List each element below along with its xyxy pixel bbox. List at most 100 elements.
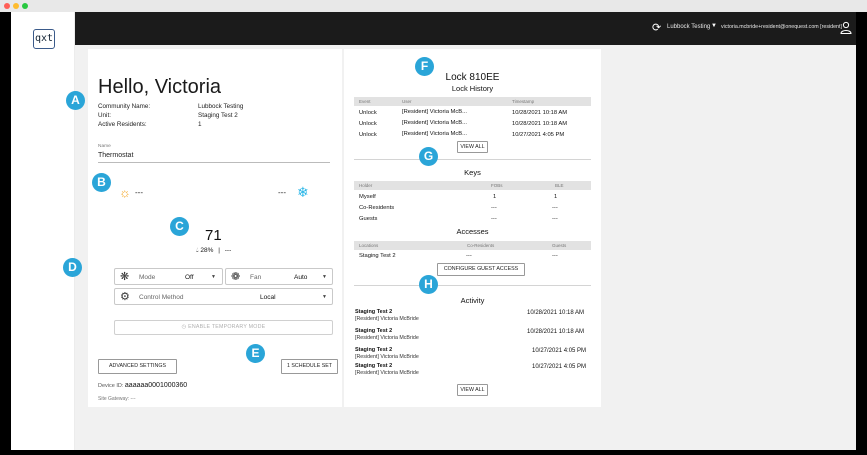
fan-dropdown-icon: ▼ <box>322 274 327 280</box>
row-user: [Resident] Victoria McB... <box>402 120 467 126</box>
activity-place: Staging Test 2 <box>355 347 393 353</box>
fan-icon: ❁ <box>231 271 241 283</box>
left-sidebar: qxt <box>11 12 75 450</box>
unit-label: Unit: <box>98 112 111 119</box>
row-fobs: 1 <box>493 194 497 200</box>
humidity-extra: --- <box>224 247 232 254</box>
humidity-separator: | <box>218 247 220 254</box>
control-method-select[interactable]: ⚙ Control Method Local ▼ <box>114 288 333 305</box>
keys-title: Keys <box>464 168 481 177</box>
col-fobs: FOBs <box>491 183 503 188</box>
gear-icon: ⚙ <box>120 291 130 303</box>
activity-timestamp: 10/27/2021 4:05 PM <box>532 364 587 370</box>
activity-timestamp: 10/28/2021 10:18 AM <box>527 329 585 335</box>
col-guests: Guests <box>552 243 567 248</box>
mode-label: Mode <box>139 274 156 281</box>
mode-dropdown-icon: ▼ <box>211 274 216 280</box>
screenshot-frame: qxt ⟳ Lubbock Testing ▼ victoria.mcbride… <box>0 0 867 455</box>
control-method-value: Local <box>260 294 276 301</box>
row-user: [Resident] Victoria McB... <box>402 109 467 115</box>
activity-view-all-button[interactable]: VIEW ALL <box>457 384 488 396</box>
lock-history-header: Event User Timestamp <box>354 97 591 106</box>
lock-history-title: Lock History <box>451 84 494 93</box>
activity-title: Activity <box>460 296 485 305</box>
minimize-window-button[interactable] <box>13 3 19 9</box>
user-avatar-icon[interactable] <box>840 21 852 34</box>
activity-user: [Resident] Victoria McBride <box>355 370 419 376</box>
snowflake-icon: ❄ <box>297 184 309 200</box>
divider <box>354 159 591 160</box>
activity-place: Staging Test 2 <box>355 363 393 369</box>
marker-a: A <box>66 91 85 110</box>
row-event: Unlock <box>359 110 377 116</box>
community-selector[interactable]: Lubbock Testing <box>667 24 710 30</box>
cool-setpoint: --- <box>278 188 286 197</box>
mode-select[interactable]: ❋ Mode Off ▼ <box>114 268 223 285</box>
clock-icon: ◷ <box>181 324 187 330</box>
heat-setpoint: --- <box>135 188 143 197</box>
fan-select[interactable]: ❁ Fan Auto ▼ <box>225 268 333 285</box>
activity-user: [Resident] Victoria McBride <box>355 354 419 360</box>
device-id: Device ID: aaaaaa0001000360 <box>98 382 187 389</box>
marker-h: H <box>419 275 438 294</box>
control-method-label: Control Method <box>139 294 184 301</box>
col-co-residents: Co-Residents <box>467 243 495 248</box>
accesses-title: Accesses <box>456 227 489 236</box>
app-viewport: qxt ⟳ Lubbock Testing ▼ victoria.mcbride… <box>11 12 856 450</box>
advanced-settings-button[interactable]: ADVANCED SETTINGS <box>98 359 177 374</box>
control-method-dropdown-icon: ▼ <box>322 294 327 300</box>
lock-title: Lock 810EE <box>445 72 500 83</box>
row-co-residents: --- <box>466 253 472 259</box>
greeting-title: Hello, Victoria <box>98 76 222 98</box>
row-event: Unlock <box>359 121 377 127</box>
row-fobs: --- <box>491 205 497 211</box>
active-residents-label: Active Residents: <box>98 121 147 128</box>
row-fobs: --- <box>491 216 497 222</box>
col-event: Event <box>359 99 371 104</box>
refresh-icon[interactable]: ⟳ <box>652 22 661 34</box>
accesses-header: Locations Co-Residents Guests <box>354 241 591 250</box>
lock-history-view-all-button[interactable]: VIEW ALL <box>457 141 488 153</box>
divider <box>354 285 591 286</box>
thermostat-card: Hello, Victoria Community Name: Lubbock … <box>88 49 342 407</box>
caret-down-icon[interactable]: ▼ <box>711 23 717 29</box>
activity-user: [Resident] Victoria McBride <box>355 316 419 322</box>
col-user: User <box>402 99 412 104</box>
schedule-button[interactable]: 1 SCHEDULE SET <box>281 359 338 374</box>
activity-timestamp: 10/27/2021 4:05 PM <box>532 348 587 354</box>
app-logo[interactable]: qxt <box>33 29 55 49</box>
activity-timestamp: 10/28/2021 10:18 AM <box>527 310 585 316</box>
top-bar: ⟳ Lubbock Testing ▼ victoria.mcbride+res… <box>75 12 856 45</box>
name-field-label: Name <box>98 144 111 149</box>
name-field[interactable]: Thermostat <box>98 152 133 159</box>
col-ble: BLE <box>555 183 564 188</box>
mode-value: Off <box>185 274 194 281</box>
user-email: victoria.mcbride+resident@onequest.com [… <box>721 24 842 30</box>
fan-label: Fan <box>250 274 262 281</box>
row-timestamp: 10/28/2021 10:18 AM <box>512 121 568 127</box>
marker-g: G <box>419 147 438 166</box>
row-ble: --- <box>552 205 558 211</box>
enable-temporary-mode-button[interactable]: ◷ ENABLE TEMPORARY MODE <box>114 320 333 335</box>
row-event: Unlock <box>359 132 377 138</box>
current-temperature: 71 <box>205 227 222 244</box>
configure-guest-access-button[interactable]: CONFIGURE GUEST ACCESS <box>437 263 525 276</box>
sun-icon: ☼ <box>119 185 131 200</box>
humidity-readout: 💧︎ 28% | --- <box>196 247 231 255</box>
maximize-window-button[interactable] <box>22 3 28 9</box>
row-holder: Guests <box>359 216 378 222</box>
device-id-value: aaaaaa0001000360 <box>124 382 188 389</box>
community-label: Community Name: <box>98 103 151 110</box>
activity-user: [Resident] Victoria McBride <box>355 335 419 341</box>
row-location: Staging Test 2 <box>359 253 396 259</box>
unit-value: Staging Test 2 <box>198 112 238 119</box>
row-ble: --- <box>552 216 558 222</box>
row-user: [Resident] Victoria McB... <box>402 131 467 137</box>
device-id-label: Device ID: <box>98 383 124 389</box>
name-field-underline <box>98 162 330 163</box>
row-timestamp: 10/28/2021 10:18 AM <box>512 110 568 116</box>
enable-temporary-mode-label: ENABLE TEMPORARY MODE <box>188 324 266 330</box>
close-window-button[interactable] <box>4 3 10 9</box>
keys-header: Holder FOBs BLE <box>354 181 591 190</box>
marker-d: D <box>63 258 82 277</box>
